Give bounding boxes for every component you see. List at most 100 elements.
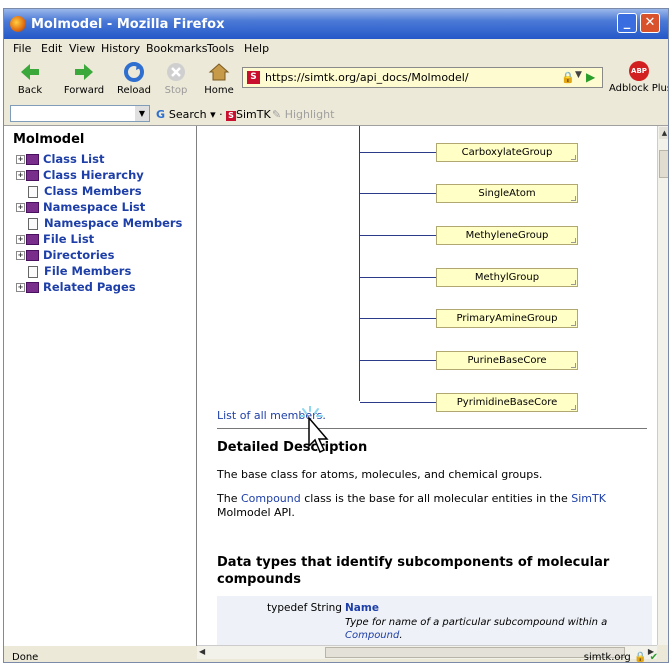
menu-tools[interactable]: Tools: [207, 42, 234, 55]
menu-help[interactable]: Help: [244, 42, 269, 55]
sidebar-item-file-members[interactable]: File Members: [16, 264, 131, 280]
expand-icon[interactable]: +: [16, 283, 25, 292]
search-dropdown-icon[interactable]: ▼: [135, 106, 149, 121]
diagram-connector-line: [360, 277, 436, 278]
class-box-singleatom[interactable]: SingleAtom: [436, 184, 578, 203]
status-lock-icon: 🔒: [633, 652, 647, 663]
class-box-methylgroup[interactable]: MethylGroup: [436, 268, 578, 287]
detailed-description-heading: Detailed Description: [217, 440, 368, 455]
member-type: typedef String: [267, 602, 342, 614]
class-box-carboxylategroup[interactable]: CarboxylateGroup: [436, 143, 578, 162]
highlight-button[interactable]: ✎ Highlight: [272, 108, 334, 121]
sidebar-tree: Molmodel + Class List + Class Hierarchy Clas…: [4, 126, 197, 646]
sidebar-item-class-members[interactable]: Class Members: [16, 184, 142, 200]
diagram-connector-line: [360, 318, 436, 319]
vertical-scrollbar[interactable]: ▲: [657, 126, 668, 645]
vertical-scroll-thumb[interactable]: [659, 150, 668, 178]
sidebar-title: Molmodel: [13, 132, 85, 147]
window-title: Molmodel - Mozilla Firefox: [31, 17, 225, 32]
document-icon: [28, 217, 38, 230]
back-button[interactable]: Back: [13, 61, 47, 96]
home-label: Home: [204, 85, 234, 96]
book-icon: [26, 250, 39, 261]
sidebar-item-namespace-members[interactable]: Namespace Members: [16, 216, 182, 232]
address-dropdown-icon[interactable]: ▼: [575, 70, 582, 80]
search-button[interactable]: G Search ▾ ·: [156, 108, 223, 121]
menu-bookmarks[interactable]: Bookmarks: [146, 42, 207, 55]
adblock-label: Adblock Plus: [609, 83, 669, 94]
member-name-link[interactable]: Name: [345, 602, 379, 614]
data-types-heading: Data types that identify subcomponents o…: [217, 555, 610, 587]
expand-icon[interactable]: +: [16, 203, 25, 212]
expand-icon[interactable]: +: [16, 155, 25, 164]
menu-file[interactable]: File: [13, 42, 31, 55]
sidebar-item-label: Related Pages: [43, 280, 136, 294]
forward-arrow-icon: [75, 64, 93, 80]
menu-bar: File Edit View History Bookmarks Tools H…: [4, 39, 668, 57]
stop-icon: [167, 63, 185, 81]
sidebar-item-label: Namespace List: [43, 200, 146, 214]
status-bar: Done simtk.org 🔒 ✔: [4, 651, 668, 663]
description-text: The base class for atoms, molecules, and…: [217, 468, 543, 481]
sidebar-item-class-hierarchy[interactable]: + Class Hierarchy: [16, 168, 144, 184]
class-box-purinebasecore[interactable]: PurineBaseCore: [436, 351, 578, 370]
expand-icon[interactable]: +: [16, 251, 25, 260]
address-bar[interactable]: S https://simtk.org/api_docs/Molmodel/ 🔒…: [242, 67, 603, 88]
sidebar-item-label: Class Members: [44, 184, 142, 198]
simtk-icon: S: [226, 111, 236, 121]
diagram-connector-line: [360, 193, 436, 194]
class-box-pyrimidinebasecore[interactable]: PyrimidineBaseCore: [436, 393, 578, 412]
back-label: Back: [17, 85, 43, 96]
close-button[interactable]: ✕: [640, 13, 660, 33]
forward-label: Forward: [63, 85, 105, 96]
browser-window: Molmodel - Mozilla Firefox _ ✕ File Edit…: [3, 8, 669, 663]
expand-icon[interactable]: +: [16, 235, 25, 244]
stop-button[interactable]: Stop: [161, 61, 191, 96]
simtk-link[interactable]: SimTK: [571, 492, 606, 505]
sidebar-item-label: File Members: [44, 264, 132, 278]
highlighter-icon: ✎: [272, 108, 285, 121]
class-box-methylenegroup[interactable]: MethyleneGroup: [436, 226, 578, 245]
reload-label: Reload: [116, 85, 152, 96]
sidebar-item-namespace-list[interactable]: + Namespace List: [16, 200, 145, 216]
member-description: Type for name of a particular subcompoun…: [345, 617, 608, 641]
member-compound-link[interactable]: Compound: [345, 630, 399, 641]
navigation-toolbar: Back Forward Reload Stop Home S https://…: [4, 57, 668, 103]
home-icon: [208, 63, 230, 81]
address-url[interactable]: https://simtk.org/api_docs/Molmodel/: [265, 71, 469, 84]
go-button[interactable]: ▶: [586, 70, 595, 84]
sidebar-item-file-list[interactable]: + File List: [16, 232, 94, 248]
hand-cursor-icon: [300, 406, 329, 454]
adblock-plus-button[interactable]: ABP Adblock Plus: [609, 61, 669, 94]
reload-button[interactable]: Reload: [116, 61, 152, 96]
menu-view[interactable]: View: [69, 42, 95, 55]
sidebar-item-related-pages[interactable]: + Related Pages: [16, 280, 136, 296]
firefox-icon: [10, 16, 26, 32]
book-icon: [26, 170, 39, 181]
scroll-up-icon[interactable]: ▲: [659, 127, 668, 139]
lock-icon[interactable]: 🔒: [561, 71, 575, 84]
menu-history[interactable]: History: [101, 42, 140, 55]
sidebar-item-label: File List: [43, 232, 95, 246]
document-icon: [28, 185, 38, 198]
class-box-primaryaminegroup[interactable]: PrimaryAmineGroup: [436, 309, 578, 328]
simtk-button[interactable]: S SimTK: [226, 108, 271, 121]
toolbar-search-input[interactable]: ▼: [10, 105, 150, 122]
book-icon: [26, 154, 39, 165]
document-icon: [28, 265, 38, 278]
status-right: simtk.org 🔒 ✔: [584, 652, 658, 663]
forward-button[interactable]: Forward: [61, 61, 107, 96]
sidebar-item-class-list[interactable]: + Class List: [16, 152, 104, 168]
sidebar-item-directories[interactable]: + Directories: [16, 248, 114, 264]
back-arrow-icon: [21, 64, 39, 80]
compound-link[interactable]: Compound: [241, 492, 301, 505]
status-text: Done: [12, 652, 39, 663]
sidebar-item-label: Class List: [43, 152, 105, 166]
menu-edit[interactable]: Edit: [41, 42, 62, 55]
expand-icon[interactable]: +: [16, 171, 25, 180]
home-button[interactable]: Home: [202, 61, 236, 96]
minimize-button[interactable]: _: [617, 13, 637, 33]
diagram-connector-line: [360, 402, 436, 403]
member-table: typedef String Name Type for name of a p…: [217, 596, 652, 645]
divider: [217, 428, 647, 429]
